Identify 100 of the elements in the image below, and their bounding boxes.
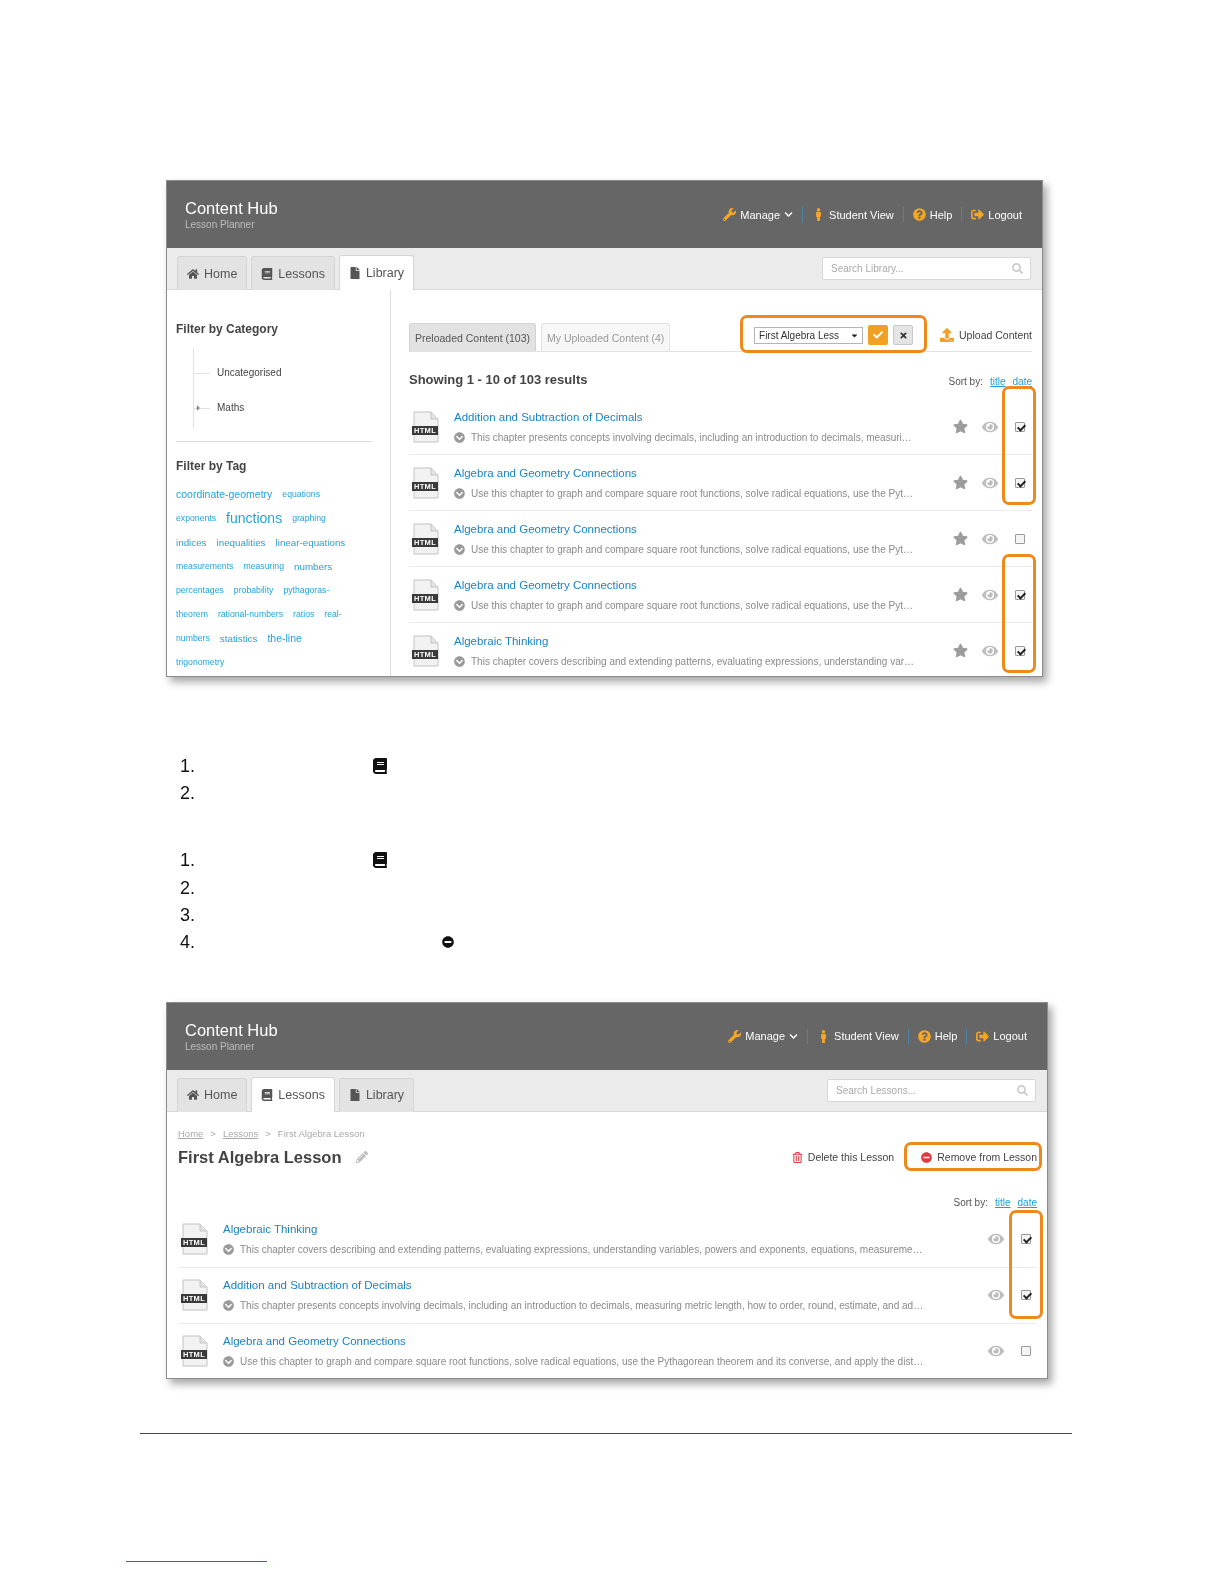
item-title-link[interactable]: Algebraic Thinking xyxy=(454,633,549,649)
tag-link[interactable]: linear-equations xyxy=(275,537,346,549)
tag-link[interactable]: coordinate-geometry xyxy=(176,489,273,501)
tag-link[interactable]: functions xyxy=(226,511,283,527)
checkbox[interactable] xyxy=(1015,477,1025,488)
tag-link[interactable]: numbers xyxy=(176,634,210,644)
home-icon xyxy=(187,1089,199,1102)
menu-link[interactable]: Student View xyxy=(812,207,894,222)
app-title: Content Hub xyxy=(185,1019,278,1040)
tag-link[interactable]: numbers xyxy=(294,561,333,573)
tag-link[interactable]: real- xyxy=(324,610,342,620)
close-button[interactable] xyxy=(893,325,914,345)
upload-link[interactable]: Upload Content xyxy=(940,328,1032,342)
nav-tab[interactable]: Lessons xyxy=(251,256,335,290)
item-title-link[interactable]: Algebra and Geometry Connections xyxy=(454,577,637,593)
lesson-select[interactable]: First Algebra Less xyxy=(754,326,864,344)
sort-link[interactable]: title xyxy=(989,375,1006,388)
app-subtitle: Lesson Planner xyxy=(185,219,256,231)
item-title-link[interactable]: Algebra and Geometry Connections xyxy=(454,465,637,481)
expand-chevron-icon[interactable] xyxy=(223,1356,234,1368)
expand-chevron-icon[interactable] xyxy=(454,655,465,667)
menu-link[interactable]: Help xyxy=(917,1029,958,1044)
checkbox[interactable] xyxy=(1015,533,1025,544)
tag-link[interactable]: graphing xyxy=(292,514,326,524)
nav-tab[interactable]: Lessons xyxy=(251,1076,335,1112)
breadcrumb-link[interactable]: Home xyxy=(178,1127,204,1139)
results-heading: Showing 1 - 10 of 103 results xyxy=(409,372,588,388)
check-icon xyxy=(873,330,884,340)
breadcrumb-link[interactable]: Lessons xyxy=(222,1127,259,1139)
nav-tab[interactable]: Home xyxy=(177,256,248,290)
nav-tab[interactable]: Home xyxy=(177,1077,248,1112)
tag-link[interactable]: measuring xyxy=(243,562,285,572)
checkbox[interactable] xyxy=(1021,1346,1031,1357)
content-tab[interactable]: My Uploaded Content (4) xyxy=(541,323,671,351)
star-icon[interactable] xyxy=(953,531,968,546)
tag-link[interactable]: pythagoras- xyxy=(283,586,330,596)
checkbox[interactable] xyxy=(1021,1234,1031,1245)
tag-link[interactable]: indices xyxy=(176,537,207,549)
filter-heading: Filter by Category xyxy=(176,322,280,336)
sort-label: Sort by: xyxy=(953,1195,988,1209)
menu-link[interactable]: Logout xyxy=(976,1029,1027,1044)
checkbox[interactable] xyxy=(1015,645,1025,656)
star-icon[interactable] xyxy=(953,419,968,434)
category-link[interactable]: Uncategorised xyxy=(217,367,282,378)
item-description: This chapter presents concepts involving decimals, including an introduction to decimals, measuring metric length, how to order, round, estimate, and ad… xyxy=(240,1299,924,1313)
tag-link[interactable]: measurements xyxy=(176,562,234,572)
checkbox[interactable] xyxy=(1015,421,1025,432)
expand-chevron-icon[interactable] xyxy=(454,487,465,499)
tag-link[interactable]: percentages xyxy=(176,586,224,596)
tag-link[interactable]: inequalities xyxy=(216,537,266,549)
category-link[interactable]: Maths xyxy=(217,402,245,413)
star-icon[interactable] xyxy=(953,643,968,658)
nav-tab[interactable]: Library xyxy=(338,255,415,290)
expand-chevron-icon[interactable] xyxy=(454,599,465,611)
sort-link[interactable]: date xyxy=(1017,1195,1037,1209)
item-title-link[interactable]: Addition and Subtraction of Decimals xyxy=(454,409,643,425)
menu-link[interactable]: Logout xyxy=(971,207,1022,222)
help-icon xyxy=(917,1029,931,1043)
list-number: 2. xyxy=(180,877,196,898)
content-tab[interactable]: Preloaded Content (103) xyxy=(409,323,536,351)
menu-link[interactable]: Student View xyxy=(817,1029,899,1044)
list-number: 2. xyxy=(180,782,196,803)
pencil-icon[interactable] xyxy=(355,1151,368,1164)
logout-icon xyxy=(976,1029,990,1043)
tag-link[interactable]: statistics xyxy=(219,633,258,645)
menu-link[interactable]: Help xyxy=(912,207,953,222)
item-title-link[interactable]: Addition and Subtraction of Decimals xyxy=(223,1278,412,1294)
book-icon xyxy=(372,852,388,869)
sort-link[interactable]: title xyxy=(994,1195,1011,1209)
tag-link[interactable]: exponents xyxy=(176,514,217,524)
search-field[interactable]: Search Lessons... xyxy=(827,1078,1036,1102)
tag-link[interactable]: ratios xyxy=(293,610,315,620)
tag-link[interactable]: equations xyxy=(282,490,320,500)
breadcrumb-current: First Algebra Lesson xyxy=(277,1127,365,1139)
checkbox[interactable] xyxy=(1015,589,1025,600)
expand-chevron-icon[interactable] xyxy=(223,1300,234,1312)
menu-link[interactable]: Manage xyxy=(723,207,794,222)
item-title-link[interactable]: Algebra and Geometry Connections xyxy=(454,521,637,537)
tag-link[interactable]: rational-numbers xyxy=(217,610,284,620)
home-icon xyxy=(187,267,199,280)
tag-link[interactable]: trigonometry xyxy=(176,658,225,668)
expand-chevron-icon[interactable] xyxy=(454,431,465,443)
file-icon xyxy=(348,1089,361,1102)
star-icon[interactable] xyxy=(953,587,968,602)
tag-link[interactable]: probability xyxy=(233,586,274,596)
item-title-link[interactable]: Algebraic Thinking xyxy=(223,1222,318,1238)
item-title-link[interactable]: Algebra and Geometry Connections xyxy=(223,1334,406,1350)
tag-link[interactable]: the-line xyxy=(267,633,302,645)
star-icon[interactable] xyxy=(953,475,968,490)
action-link[interactable]: Delete this Lesson xyxy=(791,1151,895,1164)
expand-chevron-icon[interactable] xyxy=(223,1244,234,1256)
checkbox[interactable] xyxy=(1021,1290,1031,1301)
menu-link[interactable]: Manage xyxy=(728,1029,799,1044)
search-icon xyxy=(1012,263,1023,274)
tag-link[interactable]: theorem xyxy=(176,610,208,620)
action-link[interactable]: Remove from Lesson xyxy=(921,1151,1037,1164)
search-field[interactable]: Search Library... xyxy=(822,257,1031,280)
sort-link[interactable]: date xyxy=(1012,375,1032,388)
expand-chevron-icon[interactable] xyxy=(454,543,465,555)
nav-tab[interactable]: Library xyxy=(338,1077,415,1112)
